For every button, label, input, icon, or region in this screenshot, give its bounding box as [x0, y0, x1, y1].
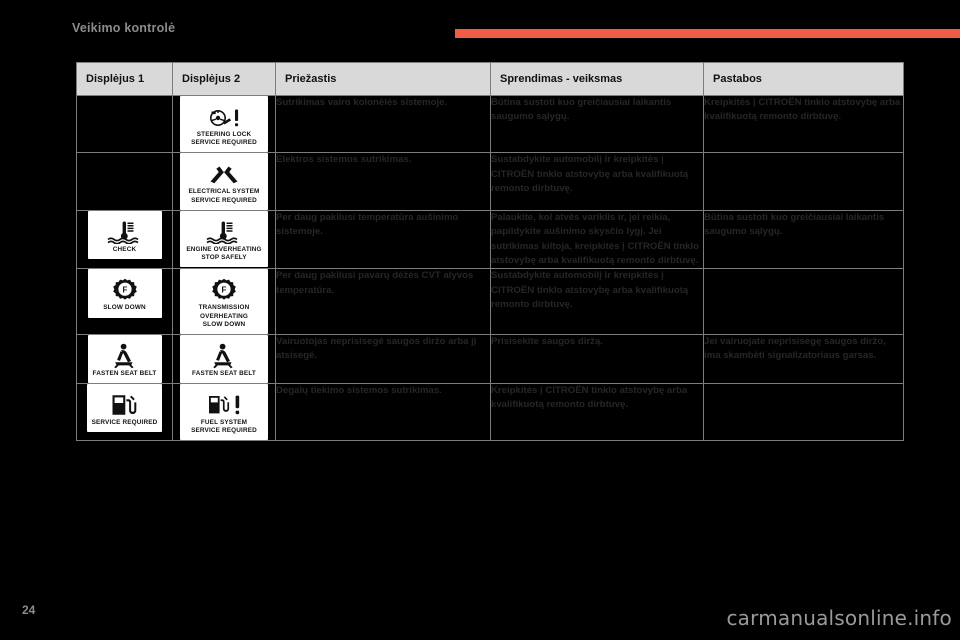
seat-belt-icon	[185, 341, 263, 369]
cell-display2: FUEL SYSTEM SERVICE REQUIRED	[172, 383, 276, 442]
tell-tale-indicator: CHECK	[87, 210, 162, 259]
tell-tale-caption: STEERING LOCK SERVICE REQUIRED	[191, 131, 257, 147]
table-row: F SLOW DOWN F TRANSMISSION OVERHEATING SLOW…	[76, 268, 904, 335]
tell-tale-caption: FASTEN SEAT BELT	[92, 369, 157, 377]
column-header-display1: Displėjus 1	[76, 62, 173, 96]
cell-note: Kreipkitės į CITROËN tinklo atstovybę ar…	[703, 94, 904, 154]
tell-tale-caption: ELECTRICAL SYSTEM SERVICE REQUIRED	[188, 188, 260, 204]
page-header: Veikimo kontrolė	[0, 0, 960, 56]
table-body: STEERING LOCK SERVICE REQUIRED Sutrikimas…	[76, 94, 904, 442]
table-row: SERVICE REQUIRED FUEL SYSTEM SERVICE REQU…	[76, 383, 904, 442]
seat-belt-icon	[93, 341, 157, 369]
cell-display1: FASTEN SEAT BELT	[76, 333, 173, 385]
cell-display1: CHECK	[76, 209, 173, 270]
page-number: 24	[22, 603, 36, 617]
cell-cause: Vairuotojas neprisisegė saugos diržo arb…	[275, 333, 491, 385]
cell-solution: Sustabdykite automobilį ir kreipkitės į …	[490, 152, 704, 211]
cell-note	[703, 383, 904, 442]
cell-solution: Kreipkitės į CITROËN tinklo atstovybę ar…	[490, 383, 704, 442]
cell-cause: Per daug pakilusi pavarų dėžės CVT alyvo…	[275, 268, 491, 335]
fuel-pump-alert-icon	[185, 390, 263, 418]
table-row: CHECK ENGINE OVERHEATING STOP SAFELY Per d…	[76, 209, 904, 270]
cell-solution: Prisisekite saugos diržą.	[490, 333, 704, 385]
cell-cause: Sutrikimas vairo kolonėlės sistemoje.	[275, 94, 491, 154]
cell-display2: STEERING LOCK SERVICE REQUIRED	[172, 94, 276, 154]
cell-cause: Per daug pakilusi temperatūra aušinimo s…	[275, 209, 491, 270]
warning-indicator-table: Displėjus 1 Displėjus 2 Priežastis Spren…	[76, 62, 904, 442]
site-watermark: carmanualsonline.info	[726, 606, 952, 630]
tell-tale-indicator: STEERING LOCK SERVICE REQUIRED	[180, 96, 268, 153]
cell-cause: Elektros sistemos sutrikimas.	[275, 152, 491, 211]
tell-tale-caption: FUEL SYSTEM SERVICE REQUIRED	[191, 419, 257, 435]
tell-tale-indicator: FASTEN SEAT BELT	[87, 334, 162, 384]
table-row: ELECTRICAL SYSTEM SERVICE REQUIRED Elektr…	[76, 152, 904, 211]
transmission-gear-icon: F	[185, 275, 263, 303]
header-accent-bar	[455, 29, 960, 38]
cell-solution: Sustabdykite automobilį ir kreipkitės į …	[490, 268, 704, 335]
tell-tale-indicator: F SLOW DOWN	[87, 269, 162, 318]
column-header-display2: Displėjus 2	[172, 62, 276, 96]
tell-tale-indicator: SERVICE REQUIRED	[86, 384, 163, 433]
svg-text:F: F	[122, 285, 127, 294]
cell-display2: ELECTRICAL SYSTEM SERVICE REQUIRED	[172, 152, 276, 211]
cell-display2: F TRANSMISSION OVERHEATING SLOW DOWN	[172, 268, 276, 335]
svg-text:F: F	[222, 285, 227, 294]
cell-cause: Degalų tiekimo sistemos sutrikimas.	[275, 383, 491, 442]
transmission-gear-icon: F	[93, 275, 157, 303]
tell-tale-caption: ENGINE OVERHEATING STOP SAFELY	[186, 245, 262, 261]
tell-tale-caption: SLOW DOWN	[103, 304, 146, 312]
cell-note: Būtina sustoti kuo greičiausiai laikanti…	[703, 209, 904, 270]
cell-note: Jei vairuojate neprisisegę saugos diržo,…	[703, 333, 904, 385]
steering-lock-icon	[185, 102, 263, 130]
table-header-row: Displėjus 1 Displėjus 2 Priežastis Spren…	[76, 62, 904, 96]
tell-tale-caption: CHECK	[112, 245, 137, 253]
cell-display2: FASTEN SEAT BELT	[172, 333, 276, 385]
cell-solution: Būtina sustoti kuo greičiausiai laikanti…	[490, 94, 704, 154]
cell-display1	[76, 94, 173, 154]
tell-tale-caption: FASTEN SEAT BELT	[192, 369, 256, 377]
table-row: STEERING LOCK SERVICE REQUIRED Sutrikimas…	[76, 94, 904, 154]
tell-tale-indicator: FUEL SYSTEM SERVICE REQUIRED	[180, 384, 268, 441]
coolant-temperature-icon	[185, 217, 263, 245]
tell-tale-indicator: F TRANSMISSION OVERHEATING SLOW DOWN	[180, 269, 268, 334]
tell-tale-indicator: ENGINE OVERHEATING STOP SAFELY	[180, 210, 268, 268]
tell-tale-indicator: FASTEN SEAT BELT	[180, 334, 268, 384]
column-header-notes: Pastabos	[703, 62, 904, 96]
column-header-solution: Sprendimas - veiksmas	[490, 62, 704, 96]
cell-display2: ENGINE OVERHEATING STOP SAFELY	[172, 209, 276, 270]
cell-note	[703, 152, 904, 211]
coolant-temperature-icon	[93, 217, 157, 245]
cell-note	[703, 268, 904, 335]
electrical-system-icon	[185, 159, 263, 187]
column-header-cause: Priežastis	[275, 62, 491, 96]
cell-solution: Palaukite, kol atvės variklis ir, jei re…	[490, 209, 704, 270]
table-row: FASTEN SEAT BELT FASTEN SEAT BELT Vairuoto…	[76, 333, 904, 385]
cell-display1: F SLOW DOWN	[76, 268, 173, 335]
cell-display1: SERVICE REQUIRED	[76, 383, 173, 442]
tell-tale-indicator: ELECTRICAL SYSTEM SERVICE REQUIRED	[180, 153, 268, 210]
tell-tale-caption: TRANSMISSION OVERHEATING SLOW DOWN	[198, 304, 250, 328]
page-title: Veikimo kontrolė	[72, 21, 176, 35]
cell-display1	[76, 152, 173, 211]
tell-tale-caption: SERVICE REQUIRED	[91, 419, 158, 427]
fuel-pump-icon	[92, 390, 158, 418]
